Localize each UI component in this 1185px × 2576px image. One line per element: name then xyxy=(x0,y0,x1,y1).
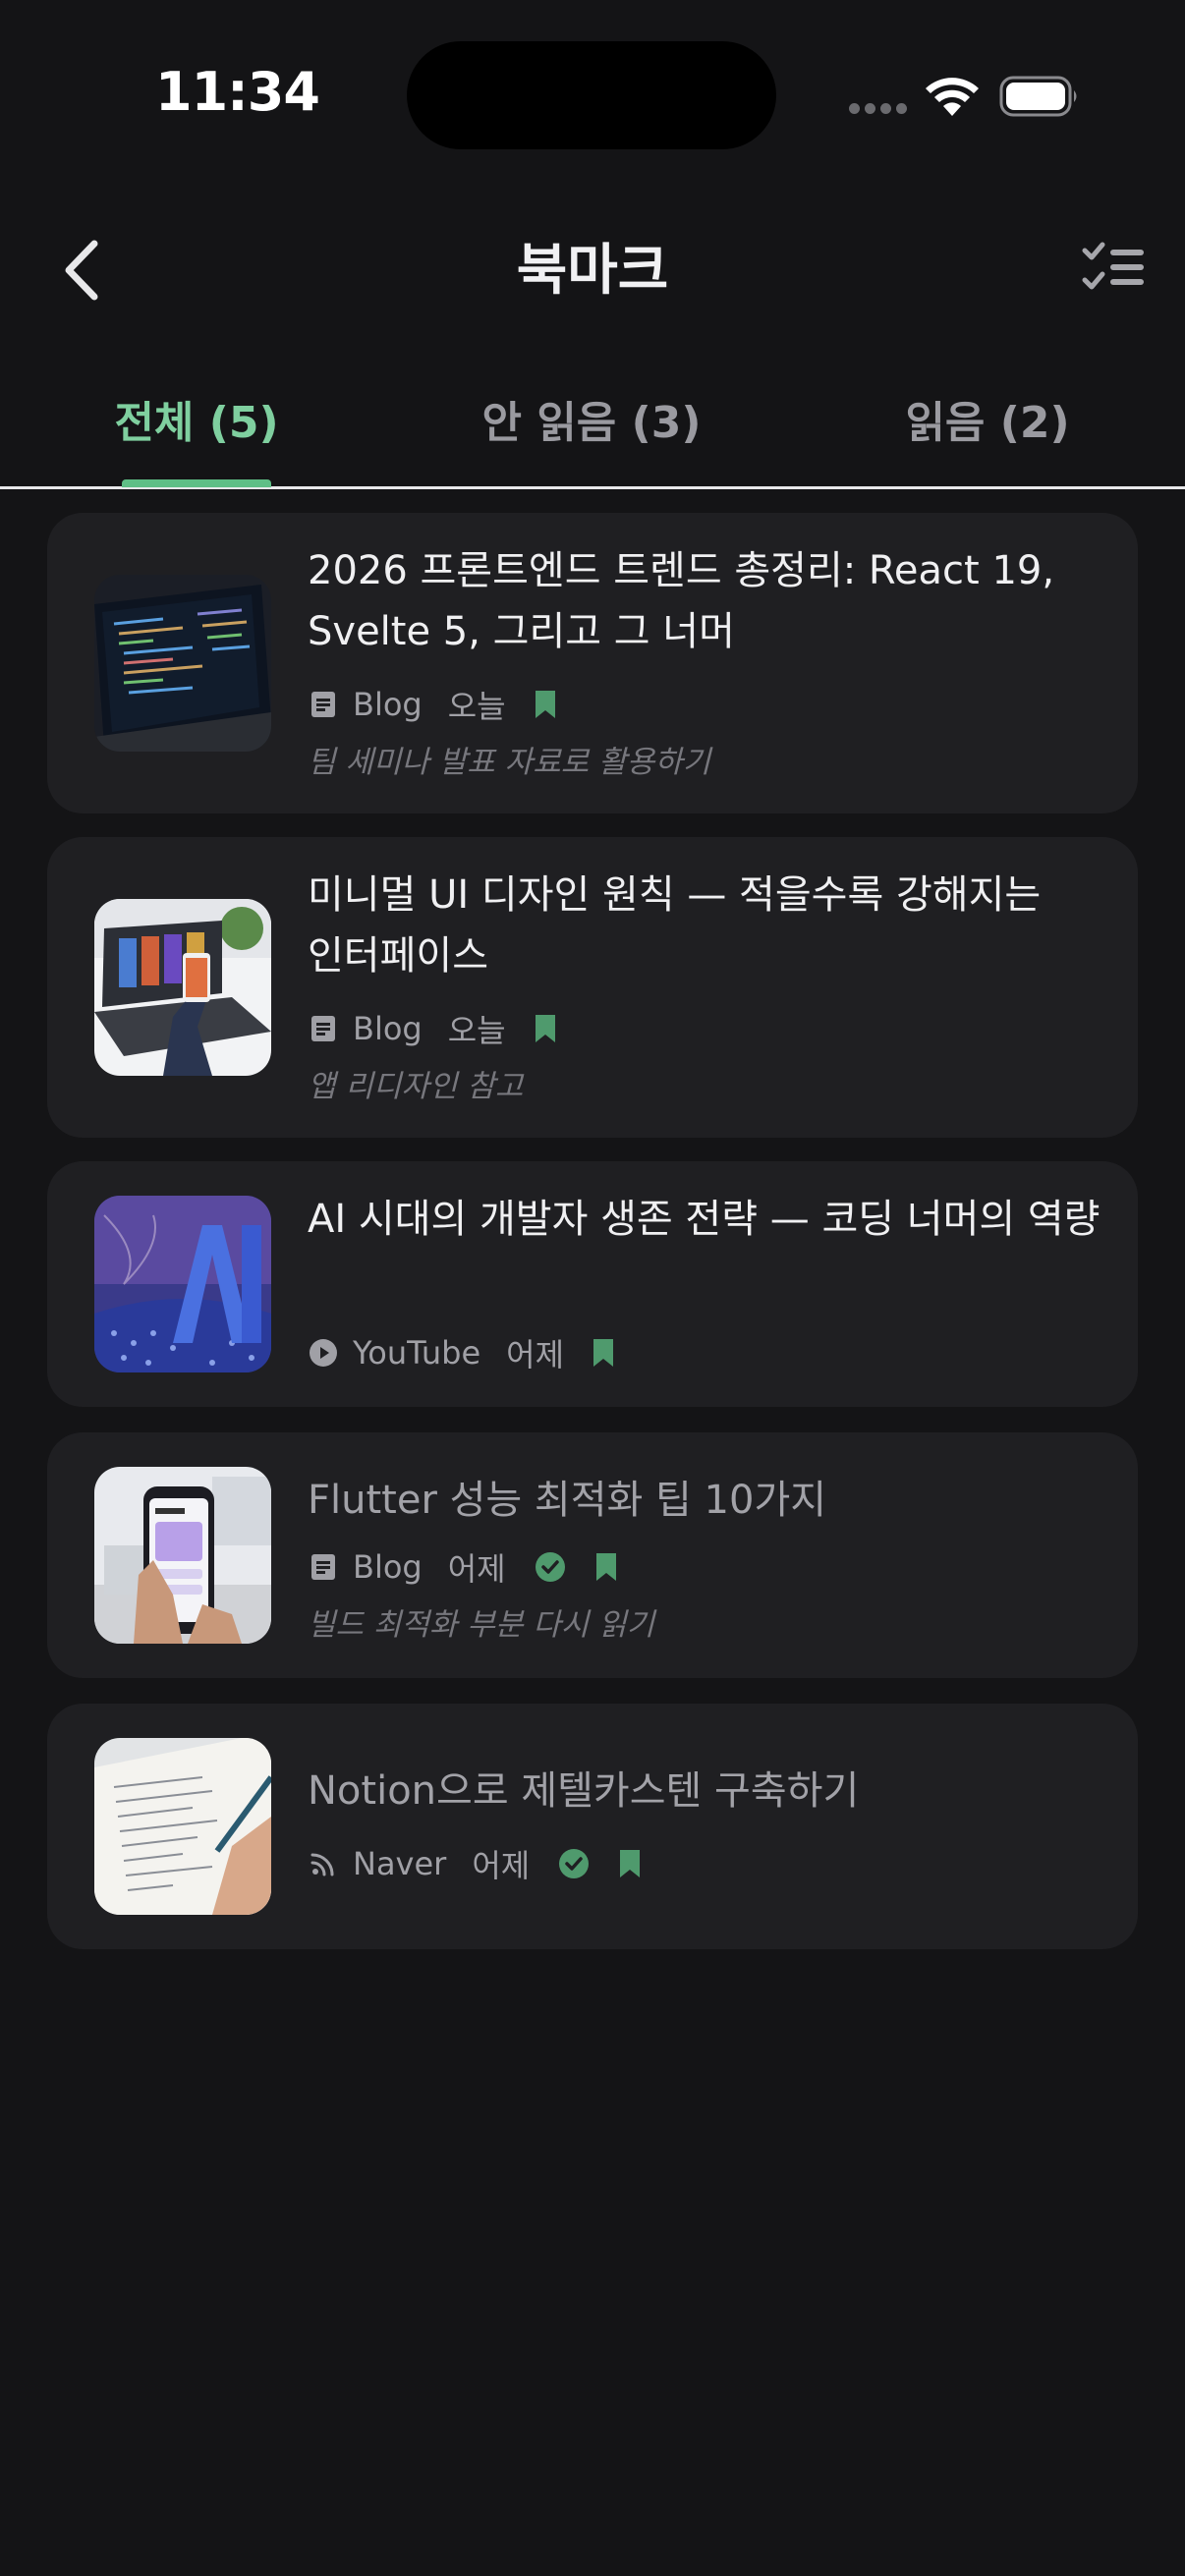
bookmark-title: AI 시대의 개발자 생존 전략 — 코딩 너머의 역량 xyxy=(308,1197,1100,1242)
bookmark-note: 팀 세미나 발표 자료로 활용하기 xyxy=(308,745,711,780)
source-label: YouTube xyxy=(353,1334,481,1372)
app-header: 북마크 xyxy=(0,206,1185,324)
bookmark-title: 2026 프론트엔드 트렌드 총정리: React 19, Svelte 5, … xyxy=(308,548,1055,654)
bookmark-title: 미니멀 UI 디자인 원칙 — 적을수록 강해지는 인터페이스 xyxy=(308,872,1042,979)
page-title: 북마크 xyxy=(516,239,669,303)
active-tab-indicator xyxy=(122,479,271,487)
bookmark-card[interactable]: Flutter 성능 최적화 팁 10가지 Blog 어제 빌드 최적화 부분 … xyxy=(47,1432,1138,1678)
source-label: Blog xyxy=(353,1010,423,1047)
thumbnail-image xyxy=(94,1738,271,1915)
bookmark-icon[interactable] xyxy=(592,1337,615,1369)
filter-tabs: 전체 (5) 안 읽음 (3) 읽음 (2) xyxy=(0,364,1185,489)
bookmark-meta: Blog 오늘 xyxy=(308,680,557,729)
bookmark-meta: Blog 오늘 xyxy=(308,1004,557,1053)
bookmark-note: 앱 리디자인 참고 xyxy=(308,1069,524,1104)
rss-icon xyxy=(310,1853,334,1876)
date-label: 오늘 xyxy=(447,688,506,725)
bookmark-title: Flutter 성능 최적화 팁 10가지 xyxy=(308,1478,827,1523)
tab-unread[interactable]: 안 읽음 (3) xyxy=(462,387,721,476)
bookmark-card[interactable]: 2026 프론트엔드 트렌드 총정리: React 19, Svelte 5, … xyxy=(47,513,1138,813)
bookmark-meta: Blog 어제 xyxy=(308,1542,618,1592)
date-label: 어제 xyxy=(506,1336,565,1373)
tab-all[interactable]: 전체 (5) xyxy=(79,387,314,476)
bookmark-icon[interactable] xyxy=(594,1551,618,1583)
cellular-signal-icon xyxy=(849,103,908,115)
date-label: 오늘 xyxy=(447,1012,506,1049)
bookmarks-screen: 11:34 북마크 전체 (5) 안 읽음 (3) 읽음 (2) 2026 프론… xyxy=(0,0,1185,2576)
date-label: 어제 xyxy=(447,1550,506,1588)
source-label: Blog xyxy=(353,686,423,723)
thumbnail-image xyxy=(94,899,271,1076)
bookmark-card[interactable]: 미니멀 UI 디자인 원칙 — 적을수록 강해지는 인터페이스 Blog 오늘 … xyxy=(47,837,1138,1138)
bookmark-icon[interactable] xyxy=(534,689,557,720)
date-label: 어제 xyxy=(472,1847,531,1884)
bookmark-meta: YouTube 어제 xyxy=(308,1328,615,1377)
play-circle-icon xyxy=(310,1339,337,1367)
thumbnail-image xyxy=(94,575,271,752)
bookmark-note: 빌드 최적화 부분 다시 읽기 xyxy=(308,1607,655,1643)
status-time: 11:34 xyxy=(155,61,320,123)
bookmark-card[interactable]: AI 시대의 개발자 생존 전략 — 코딩 너머의 역량 YouTube 어제 xyxy=(47,1161,1138,1407)
document-icon xyxy=(311,1016,335,1041)
bookmark-icon[interactable] xyxy=(618,1848,642,1879)
battery-icon xyxy=(999,76,1077,117)
thumbnail-image xyxy=(94,1467,271,1644)
document-icon xyxy=(311,692,335,717)
bookmark-card[interactable]: Notion으로 제텔카스텐 구축하기 Naver 어제 xyxy=(47,1704,1138,1949)
check-circle-icon xyxy=(535,1552,565,1582)
tab-read[interactable]: 읽음 (2) xyxy=(865,387,1110,476)
wifi-icon xyxy=(926,78,979,116)
bookmark-meta: Naver 어제 xyxy=(308,1839,642,1888)
checklist-icon[interactable] xyxy=(1081,241,1146,295)
dynamic-island xyxy=(407,41,776,149)
thumbnail-image xyxy=(94,1196,271,1372)
source-label: Blog xyxy=(353,1548,423,1586)
source-label: Naver xyxy=(353,1845,447,1882)
status-bar: 11:34 xyxy=(0,0,1185,196)
bookmark-icon[interactable] xyxy=(534,1013,557,1044)
check-circle-icon xyxy=(559,1849,590,1878)
document-icon xyxy=(311,1554,335,1580)
bookmark-title: Notion으로 제텔카스텐 구축하기 xyxy=(308,1768,860,1814)
